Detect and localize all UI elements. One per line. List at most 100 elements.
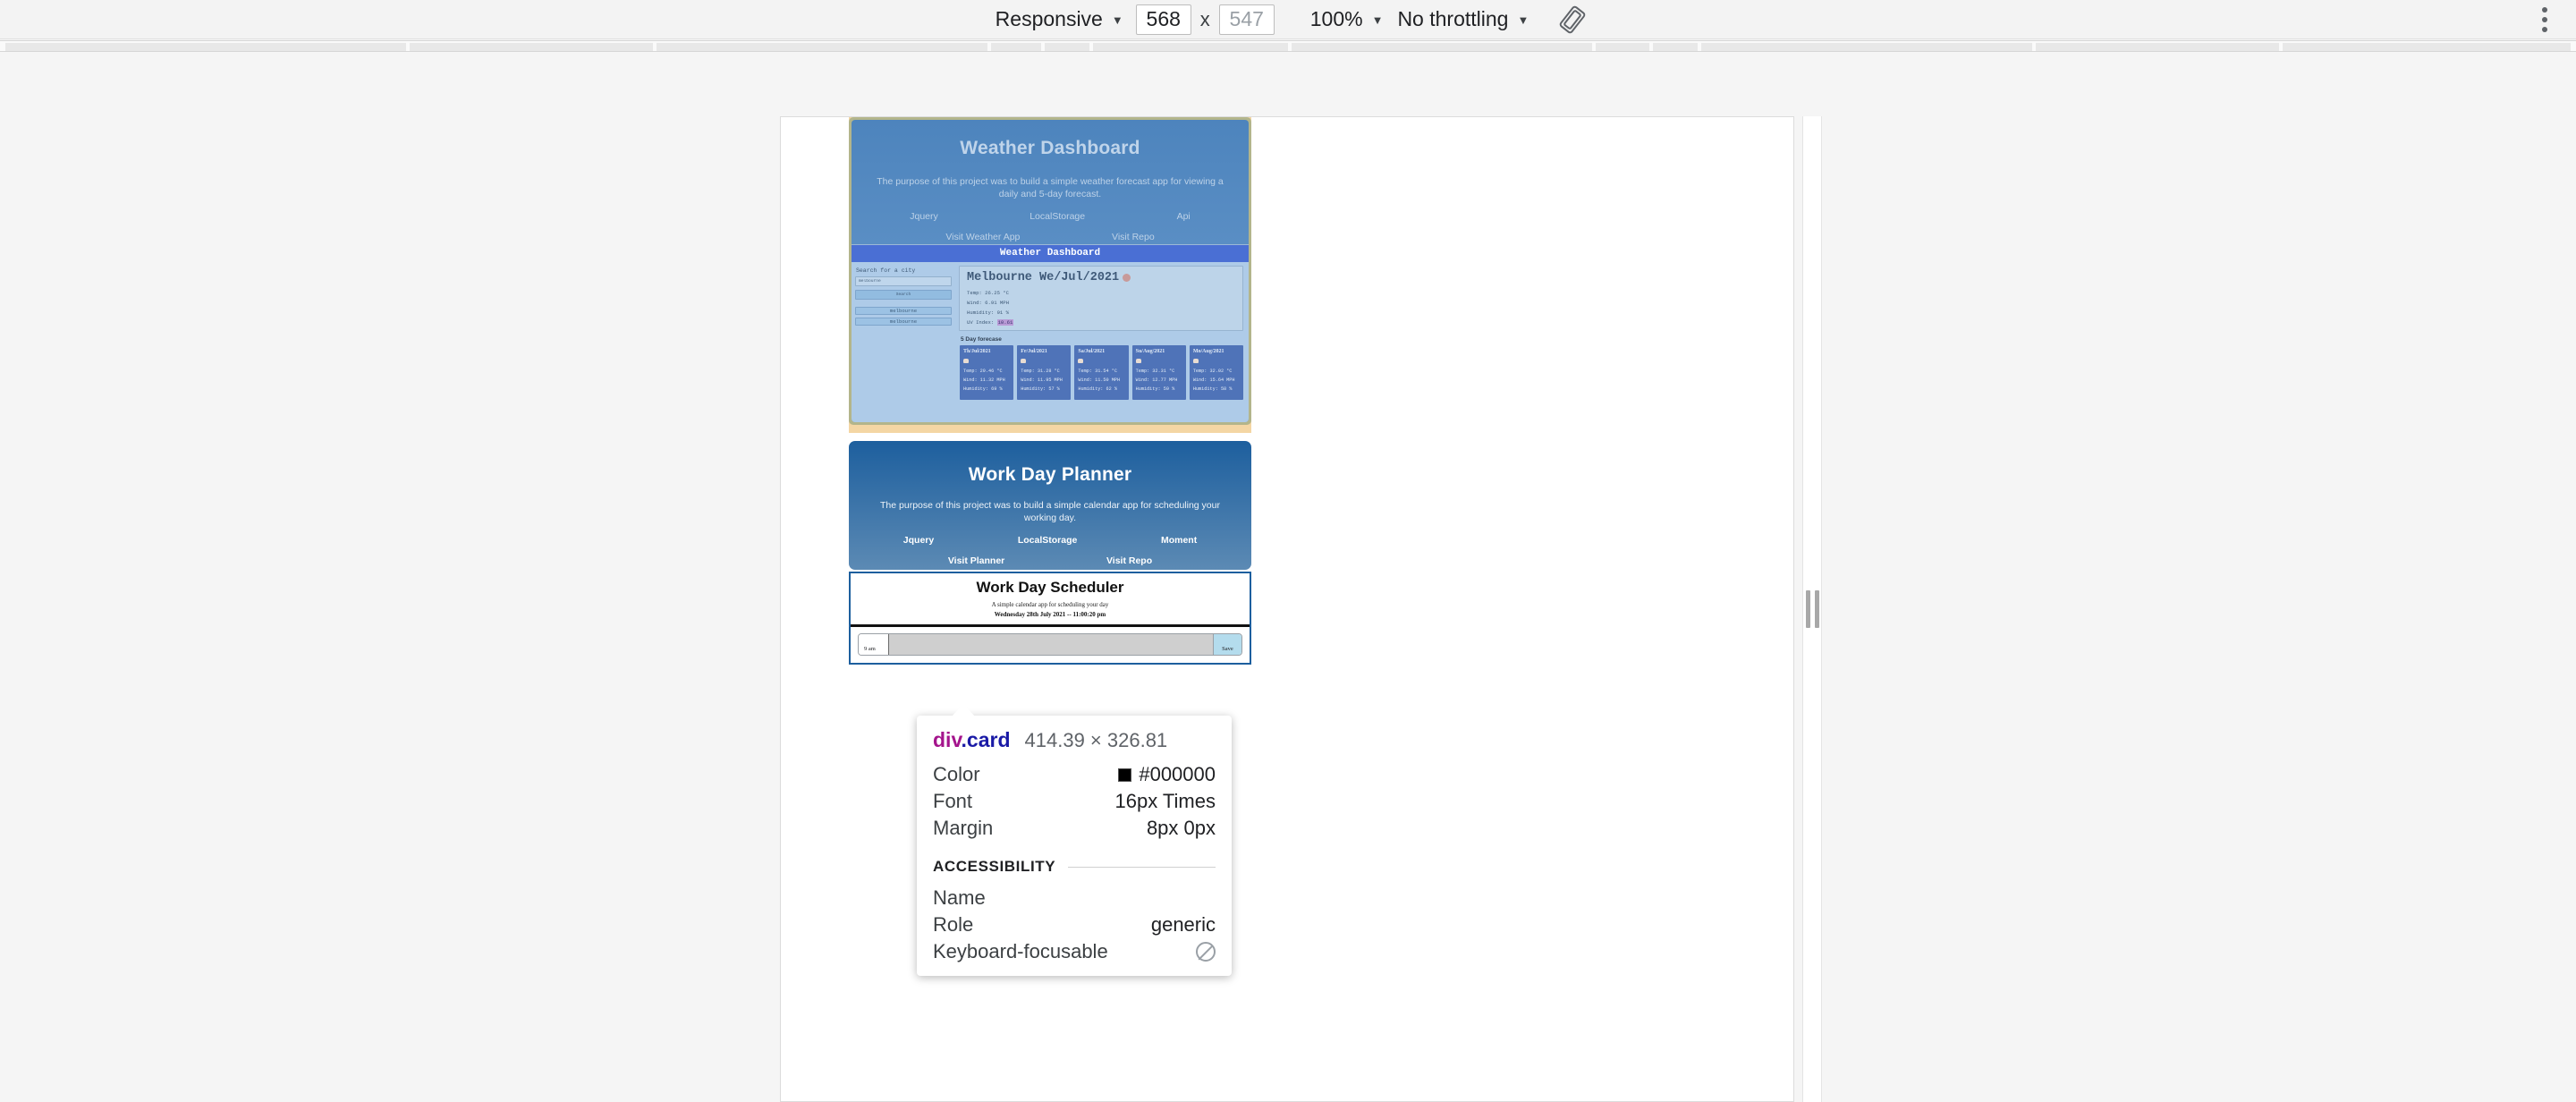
ruler-segment: [2036, 43, 2279, 51]
forecast-date: Th/Jul/2021: [963, 349, 991, 354]
viewport-resize-handle[interactable]: [1802, 116, 1822, 1102]
search-history-item[interactable]: melbourne: [855, 307, 952, 315]
cloud-icon: [1021, 359, 1027, 363]
tooltip-row-color: Color #000000: [933, 761, 1216, 788]
scheduler-title: Work Day Scheduler: [976, 579, 1124, 596]
forecast-card-row: Th/Jul/2021 Temp: 29.46 °C Wind: 11.32 M…: [959, 345, 1244, 400]
more-options-icon[interactable]: [2529, 4, 2560, 35]
weather-tech-list: Jquery LocalStorage Api: [864, 211, 1236, 222]
element-inspector-tooltip: div.card 414.39 × 326.81 Color #000000 F…: [917, 716, 1232, 976]
element-dimensions: 414.39 × 326.81: [1024, 729, 1168, 751]
cloud-icon: [963, 359, 969, 363]
tech-tag-api: Api: [1176, 211, 1191, 223]
forecast-date: Sa/Jul/2021: [1078, 349, 1106, 354]
link-visit-repo[interactable]: Visit Repo: [1112, 232, 1155, 242]
tooltip-row-keyboard-focusable: Keyboard-focusable: [933, 938, 1216, 965]
viewport-width-input[interactable]: [1135, 4, 1191, 35]
tech-tag-jquery: Jquery: [910, 211, 938, 223]
dimension-separator: x: [1199, 7, 1210, 30]
tooltip-key-role: Role: [933, 913, 974, 936]
forecast-humidity: Humidity: 58 %: [1192, 386, 1233, 392]
forecast-card: Fr/Jul/2021 Temp: 31.28 °C Wind: 11.95 M…: [1017, 345, 1072, 400]
forecast-card: Th/Jul/2021 Temp: 29.46 °C Wind: 11.32 M…: [960, 345, 1014, 400]
throttling-dropdown[interactable]: No throttling ▼: [1390, 4, 1536, 34]
forecast-card: Su/Aug/2021 Temp: 32.31 °C Wind: 12.77 M…: [1131, 345, 1186, 400]
forecast-humidity: Humidity: 59 %: [1135, 386, 1175, 392]
tooltip-arrow: [952, 704, 975, 716]
cloud-icon: [1192, 359, 1199, 363]
forecast-wind: Wind: 11.95 MPH: [1021, 377, 1063, 383]
ruler-segment: [991, 43, 1041, 51]
today-humidity: Humidity: 91 %: [967, 309, 1009, 316]
tooltip-key-name: Name: [933, 886, 986, 909]
forecast-heading: 5 Day forecase: [961, 336, 1002, 343]
weather-search-sidebar: Search for a city Search melbourne melbo…: [852, 262, 957, 422]
planner-tech-list: Jquery LocalStorage Moment: [861, 535, 1239, 546]
weather-app-body: Search for a city Search melbourne melbo…: [852, 262, 1249, 422]
viewport-height-input[interactable]: [1218, 4, 1275, 35]
cloud-icon: [1123, 274, 1131, 282]
search-button[interactable]: Search: [855, 290, 952, 300]
kebab-dot: [2542, 26, 2547, 32]
scheduler-hero: Work Day Scheduler A simple calendar app…: [851, 573, 1250, 627]
weather-link-list: Visit Weather App Visit Repo: [864, 232, 1236, 242]
tooltip-row-name: Name: [933, 885, 1216, 911]
forecast-temp: Temp: 29.46 °C: [963, 369, 1003, 374]
tooltip-row-margin: Margin 8px 0px: [933, 815, 1216, 842]
save-button[interactable]: Save: [1213, 634, 1241, 655]
cloud-icon: [1135, 359, 1141, 363]
work-day-planner-card[interactable]: Work Day Planner The purpose of this pro…: [849, 441, 1251, 570]
chevron-down-icon: ▼: [1371, 13, 1384, 27]
time-block-hour: 9 am: [859, 634, 889, 655]
devtools-page-stage: Weather Dashboard The purpose of this pr…: [0, 53, 2576, 1102]
link-visit-repo[interactable]: Visit Repo: [1106, 555, 1152, 566]
zoom-label: 100%: [1309, 7, 1363, 30]
forecast-temp: Temp: 32.31 °C: [1135, 369, 1175, 374]
card-padding-highlight: Weather Dashboard The purpose of this pr…: [849, 117, 1251, 425]
weather-app-title: Weather Dashboard: [852, 245, 1249, 262]
tooltip-key-keyboard-focusable: Keyboard-focusable: [933, 940, 1108, 962]
inspected-element-selector: div.card: [933, 728, 1011, 752]
accessibility-label: ACCESSIBILITY: [933, 858, 1056, 875]
viewport-ruler: [0, 40, 2576, 52]
forecast-date: Fr/Jul/2021: [1021, 349, 1047, 354]
time-block-row: 9 am Save: [858, 633, 1242, 656]
uv-label: UV Index:: [967, 319, 997, 326]
tooltip-header: div.card 414.39 × 326.81: [933, 728, 1216, 752]
search-history-item[interactable]: melbourne: [855, 318, 952, 326]
zoom-dropdown[interactable]: 100% ▼: [1303, 4, 1391, 34]
rotate-device-icon[interactable]: [1557, 4, 1588, 35]
search-input[interactable]: [855, 276, 952, 286]
ruler-segment: [1292, 43, 1592, 51]
chevron-down-icon: ▼: [1111, 13, 1123, 27]
planner-title: Work Day Planner: [968, 464, 1132, 485]
link-visit-weather-app[interactable]: Visit Weather App: [945, 232, 1020, 242]
weather-main-panel: Melbourne We/Jul/2021 Temp: 26.25 °C Win…: [957, 262, 1249, 422]
today-wind: Wind: 6.91 MPH: [967, 300, 1009, 306]
tooltip-value-color: #000000: [1118, 763, 1216, 786]
ruler-segment: [1596, 43, 1649, 51]
section-divider: [1068, 866, 1216, 868]
forecast-temp: Temp: 32.02 °C: [1192, 369, 1233, 374]
resize-grip-bar: [1814, 590, 1819, 628]
device-preset-label: Responsive: [995, 7, 1103, 30]
kebab-dot: [2542, 6, 2547, 13]
tooltip-row-role: Role generic: [933, 911, 1216, 938]
planner-link-list: Visit Planner Visit Repo: [861, 555, 1239, 566]
weather-dashboard-card[interactable]: Weather Dashboard The purpose of this pr…: [852, 120, 1249, 422]
link-visit-planner[interactable]: Visit Planner: [948, 555, 1004, 566]
uv-index-badge: 10.61: [996, 319, 1014, 326]
tooltip-value-margin: 8px 0px: [1146, 817, 1216, 839]
planner-card-description: The purpose of this project was to build…: [880, 500, 1220, 524]
search-label: Search for a city: [856, 267, 916, 274]
weather-card-header: Weather Dashboard The purpose of this pr…: [852, 120, 1249, 242]
time-block-textarea[interactable]: [889, 634, 1213, 655]
color-hex: #000000: [1139, 763, 1216, 785]
ruler-segment: [5, 43, 406, 51]
forecast-date: Su/Aug/2021: [1135, 349, 1165, 354]
forecast-humidity: Humidity: 57 %: [1021, 386, 1060, 392]
forecast-wind: Wind: 15.64 MPH: [1192, 377, 1235, 383]
not-allowed-icon: [1196, 942, 1216, 962]
device-preset-dropdown[interactable]: Responsive ▼: [988, 4, 1131, 34]
tech-tag-localstorage: LocalStorage: [1030, 211, 1086, 223]
